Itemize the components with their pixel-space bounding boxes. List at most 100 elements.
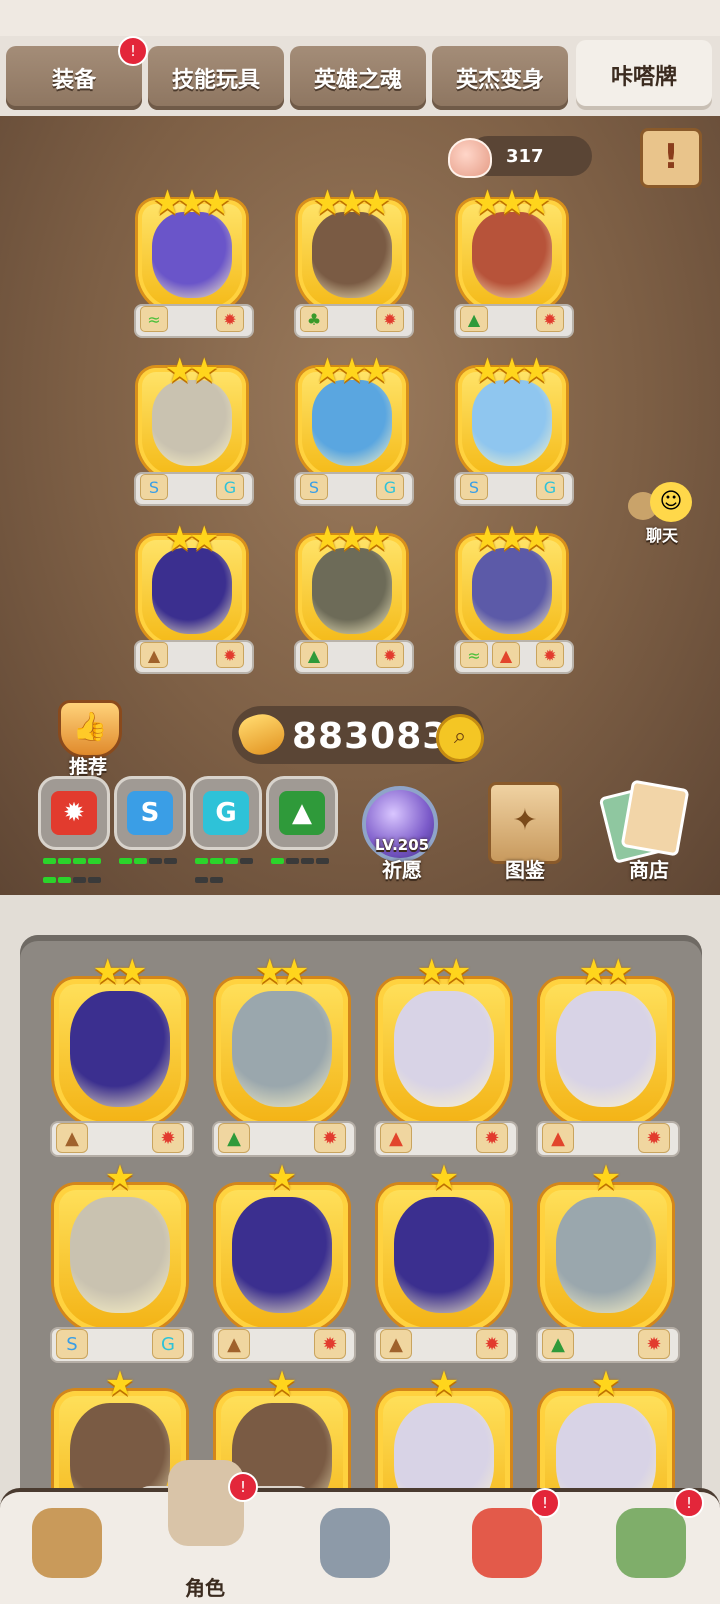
collection-card[interactable]: S G ★ <box>48 1161 194 1363</box>
nav-label: 角色 <box>185 1576 225 1600</box>
collection-panel: ▲ ✹ ★★ ▲ ✹ ★★ ▲ ✹ ★★ ▲ ✹ ★★ S G ★ ▲ ✹ ★ ▲ ✹ ★ ▲ ✹ ★ ★ ★ ★ ★ <box>20 935 702 1575</box>
water-element-icon: S <box>140 474 168 500</box>
mountain-element-icon: ▲ <box>218 1329 250 1359</box>
deck-card[interactable]: ▲ ✹ ★★★ <box>454 186 574 338</box>
star-icon: ★ <box>428 1158 460 1198</box>
notification-bell-icon: ! <box>530 1488 560 1518</box>
collection-card[interactable]: ▲ ✹ ★★ <box>210 955 356 1157</box>
character-icon <box>168 1460 244 1546</box>
tree-element-filter[interactable]: ▲ <box>266 776 338 850</box>
tab-card[interactable]: 咔嗒牌 <box>576 40 712 110</box>
fire-element-icon: ✹ <box>536 642 564 668</box>
deck-card[interactable]: S G ★★ <box>134 351 254 506</box>
nav-item-weapon[interactable] <box>300 1502 410 1594</box>
tab-label: 英杰变身 <box>455 68 544 93</box>
tree-element-icon: ▲ <box>542 1329 574 1359</box>
creature-portrait <box>394 991 494 1107</box>
level-bar <box>43 877 56 883</box>
star-icon: ★ <box>428 1364 460 1404</box>
level-bar <box>195 858 208 864</box>
palm-element-icon: ♣ <box>300 306 328 332</box>
fire-element-icon: ✹ <box>536 306 564 332</box>
volcano-element-icon: ▲ <box>492 642 520 668</box>
creature-portrait <box>556 1197 656 1313</box>
collection-card[interactable]: ▲ ✹ ★★ <box>534 955 680 1157</box>
tab-label: 技能玩具 <box>171 68 260 93</box>
shell-icon <box>448 138 492 178</box>
thumbs-up-icon: 👍 <box>58 700 122 758</box>
water-element-icon: S <box>300 474 328 500</box>
smile-icon: ☺ <box>650 482 692 522</box>
recommend-button[interactable]: 👍 推荐 <box>48 700 128 778</box>
star-row: ★★ <box>372 955 516 989</box>
tab-label: 咔嗒牌 <box>610 65 677 90</box>
shop-icon[interactable] <box>598 779 690 865</box>
deck-card[interactable]: ▲ ✹ ★★ <box>134 522 254 674</box>
fire-element-icon: ✹ <box>152 1123 184 1153</box>
star-icon: ★ <box>441 952 472 992</box>
search-icon[interactable]: ⌕ <box>436 714 484 762</box>
star-icon: ★ <box>189 351 220 391</box>
water-element-icon: S <box>460 474 488 500</box>
collection-card[interactable]: ▲ ✹ ★★ <box>372 955 518 1157</box>
level-bar <box>58 858 71 864</box>
fire-element-icon: ✹ <box>476 1123 508 1153</box>
level-bar <box>88 858 101 864</box>
nav-item-pet[interactable]: ! <box>452 1488 562 1594</box>
creature-portrait <box>556 991 656 1107</box>
tab-hero-soul[interactable]: 英雄之魂 <box>290 46 426 110</box>
tab-skill-toys[interactable]: 技能玩具 <box>148 46 284 110</box>
star-row: ★★★ <box>294 522 410 556</box>
collection-card[interactable]: ▲ ✹ ★★ <box>48 955 194 1157</box>
creature-portrait <box>70 991 170 1107</box>
nav-item-caveman[interactable] <box>12 1502 122 1594</box>
deck-card[interactable]: ♣ ✹ ★★★ <box>294 186 414 338</box>
level-bar <box>210 858 223 864</box>
creature-portrait <box>472 548 552 634</box>
level-bar <box>134 858 147 864</box>
star-row: ★★★ <box>454 186 570 220</box>
collection-card[interactable]: ▲ ✹ ★ <box>372 1158 518 1363</box>
deck-card[interactable]: S G ★★★ <box>454 354 574 506</box>
creature-portrait <box>312 548 392 634</box>
tab-label: 装备 <box>51 68 96 93</box>
star-row: ★ <box>372 1367 516 1401</box>
star-row: ★★★ <box>454 354 570 388</box>
notice-icon[interactable]: ! <box>640 128 702 188</box>
fire-element-icon: ✹ <box>314 1329 346 1359</box>
collection-card[interactable]: ▲ ✹ ★ <box>534 1161 680 1363</box>
level-bar <box>149 858 162 864</box>
nav-item-totem[interactable]: ! <box>596 1488 706 1594</box>
nav-item-character[interactable]: 角色! <box>150 1460 260 1600</box>
star-icon: ★ <box>361 519 392 559</box>
wind-element-filter[interactable]: G <box>190 776 262 850</box>
star-icon: ★ <box>521 183 552 223</box>
star-row: ★★ <box>210 955 354 989</box>
fire-element-icon: ✹ <box>314 1123 346 1153</box>
water-element-filter[interactable]: S <box>114 776 186 850</box>
deck-card[interactable]: ≈ ✹ ★★★ <box>134 186 254 338</box>
level-bar <box>301 858 314 864</box>
fire-element-icon: ✹ <box>216 642 244 668</box>
creature-portrait <box>152 380 232 466</box>
creature-portrait <box>394 1197 494 1313</box>
mountain-element-icon: ▲ <box>140 642 168 668</box>
star-icon: ★ <box>266 1364 298 1404</box>
deck-card[interactable]: S G ★★★ <box>294 354 414 506</box>
deck-card[interactable]: ≈ ▲ ✹ ★★★ <box>454 519 574 674</box>
tab-hero-transform[interactable]: 英杰变身 <box>432 46 568 110</box>
deck-card[interactable]: ▲ ✹ ★★★ <box>294 522 414 674</box>
mountain-element-icon: ▲ <box>380 1329 412 1359</box>
star-icon: ★ <box>521 519 552 559</box>
star-row: ★★ <box>134 522 250 556</box>
creature-portrait <box>152 548 232 634</box>
fire-element-filter[interactable]: ✹ <box>38 776 110 850</box>
level-bar <box>119 858 132 864</box>
star-icon: ★ <box>521 351 552 391</box>
wind-element-icon: G <box>376 474 404 500</box>
atlas-icon[interactable]: ✦ <box>488 782 562 864</box>
grass-element-icon: ≈ <box>460 642 488 668</box>
tree-element-icon: ▲ <box>460 306 488 332</box>
collection-card[interactable]: ▲ ✹ ★ <box>210 1161 356 1363</box>
volcano-element-icon: ▲ <box>542 1123 574 1153</box>
